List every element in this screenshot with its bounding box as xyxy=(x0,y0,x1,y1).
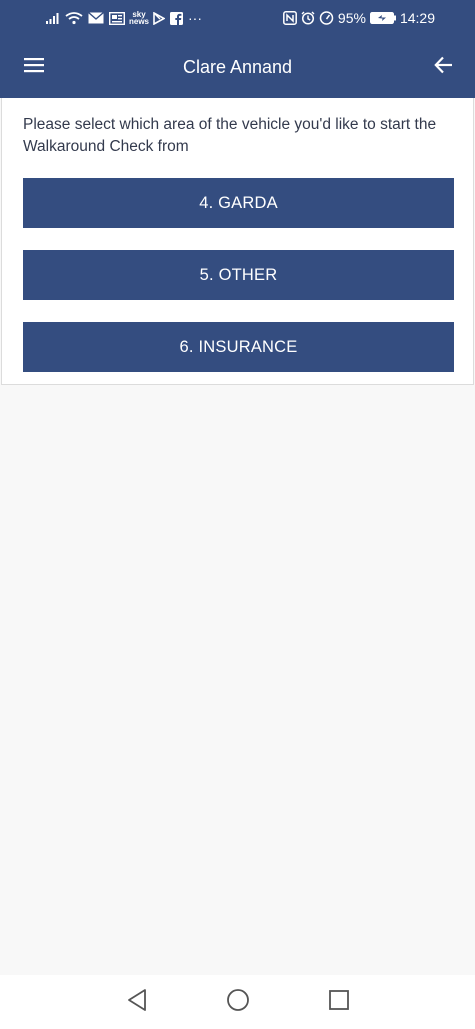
signal-icon xyxy=(46,10,60,26)
status-notifications: sky news ··· xyxy=(46,9,202,27)
clock-time: 14:29 xyxy=(399,10,435,26)
system-nav-bar xyxy=(0,975,475,1029)
wifi-icon xyxy=(65,10,83,26)
page-title: Clare Annand xyxy=(182,57,293,77)
menu-button[interactable] xyxy=(14,48,54,86)
back-button[interactable] xyxy=(423,48,463,86)
instruction-text: Please select which area of the vehicle … xyxy=(23,116,437,155)
alarm-icon xyxy=(301,10,315,26)
recents-square-icon xyxy=(328,989,350,1016)
walkaround-card: Please select which area of the vehicle … xyxy=(1,98,474,385)
nfc-icon xyxy=(282,10,297,26)
status-system: 95% 14:29 xyxy=(282,9,435,27)
app-bar: Clare Annand xyxy=(0,36,475,98)
overflow-indicator: ··· xyxy=(188,10,202,26)
nav-home-button[interactable] xyxy=(224,988,252,1016)
facebook-icon xyxy=(170,10,183,26)
area-button-insurance[interactable]: 6. INSURANCE xyxy=(23,322,454,372)
play-store-icon xyxy=(153,10,165,26)
back-arrow-icon xyxy=(433,56,453,79)
nav-back-button[interactable] xyxy=(123,988,151,1016)
area-button-garda[interactable]: 4. GARDA xyxy=(23,178,454,228)
news-icon xyxy=(109,10,125,26)
status-bar: sky news ··· 95% 14:29 xyxy=(0,0,475,36)
nav-recents-button[interactable] xyxy=(325,988,353,1016)
mail-icon xyxy=(88,10,104,26)
battery-percent: 95% xyxy=(337,10,366,26)
sky-news-icon: sky news xyxy=(129,10,150,26)
back-triangle-icon xyxy=(126,988,148,1017)
hamburger-menu-icon xyxy=(24,57,44,78)
home-circle-icon xyxy=(226,988,250,1017)
battery-icon xyxy=(369,10,396,26)
area-button-other[interactable]: 5. OTHER xyxy=(23,250,454,300)
speed-icon xyxy=(319,10,334,26)
